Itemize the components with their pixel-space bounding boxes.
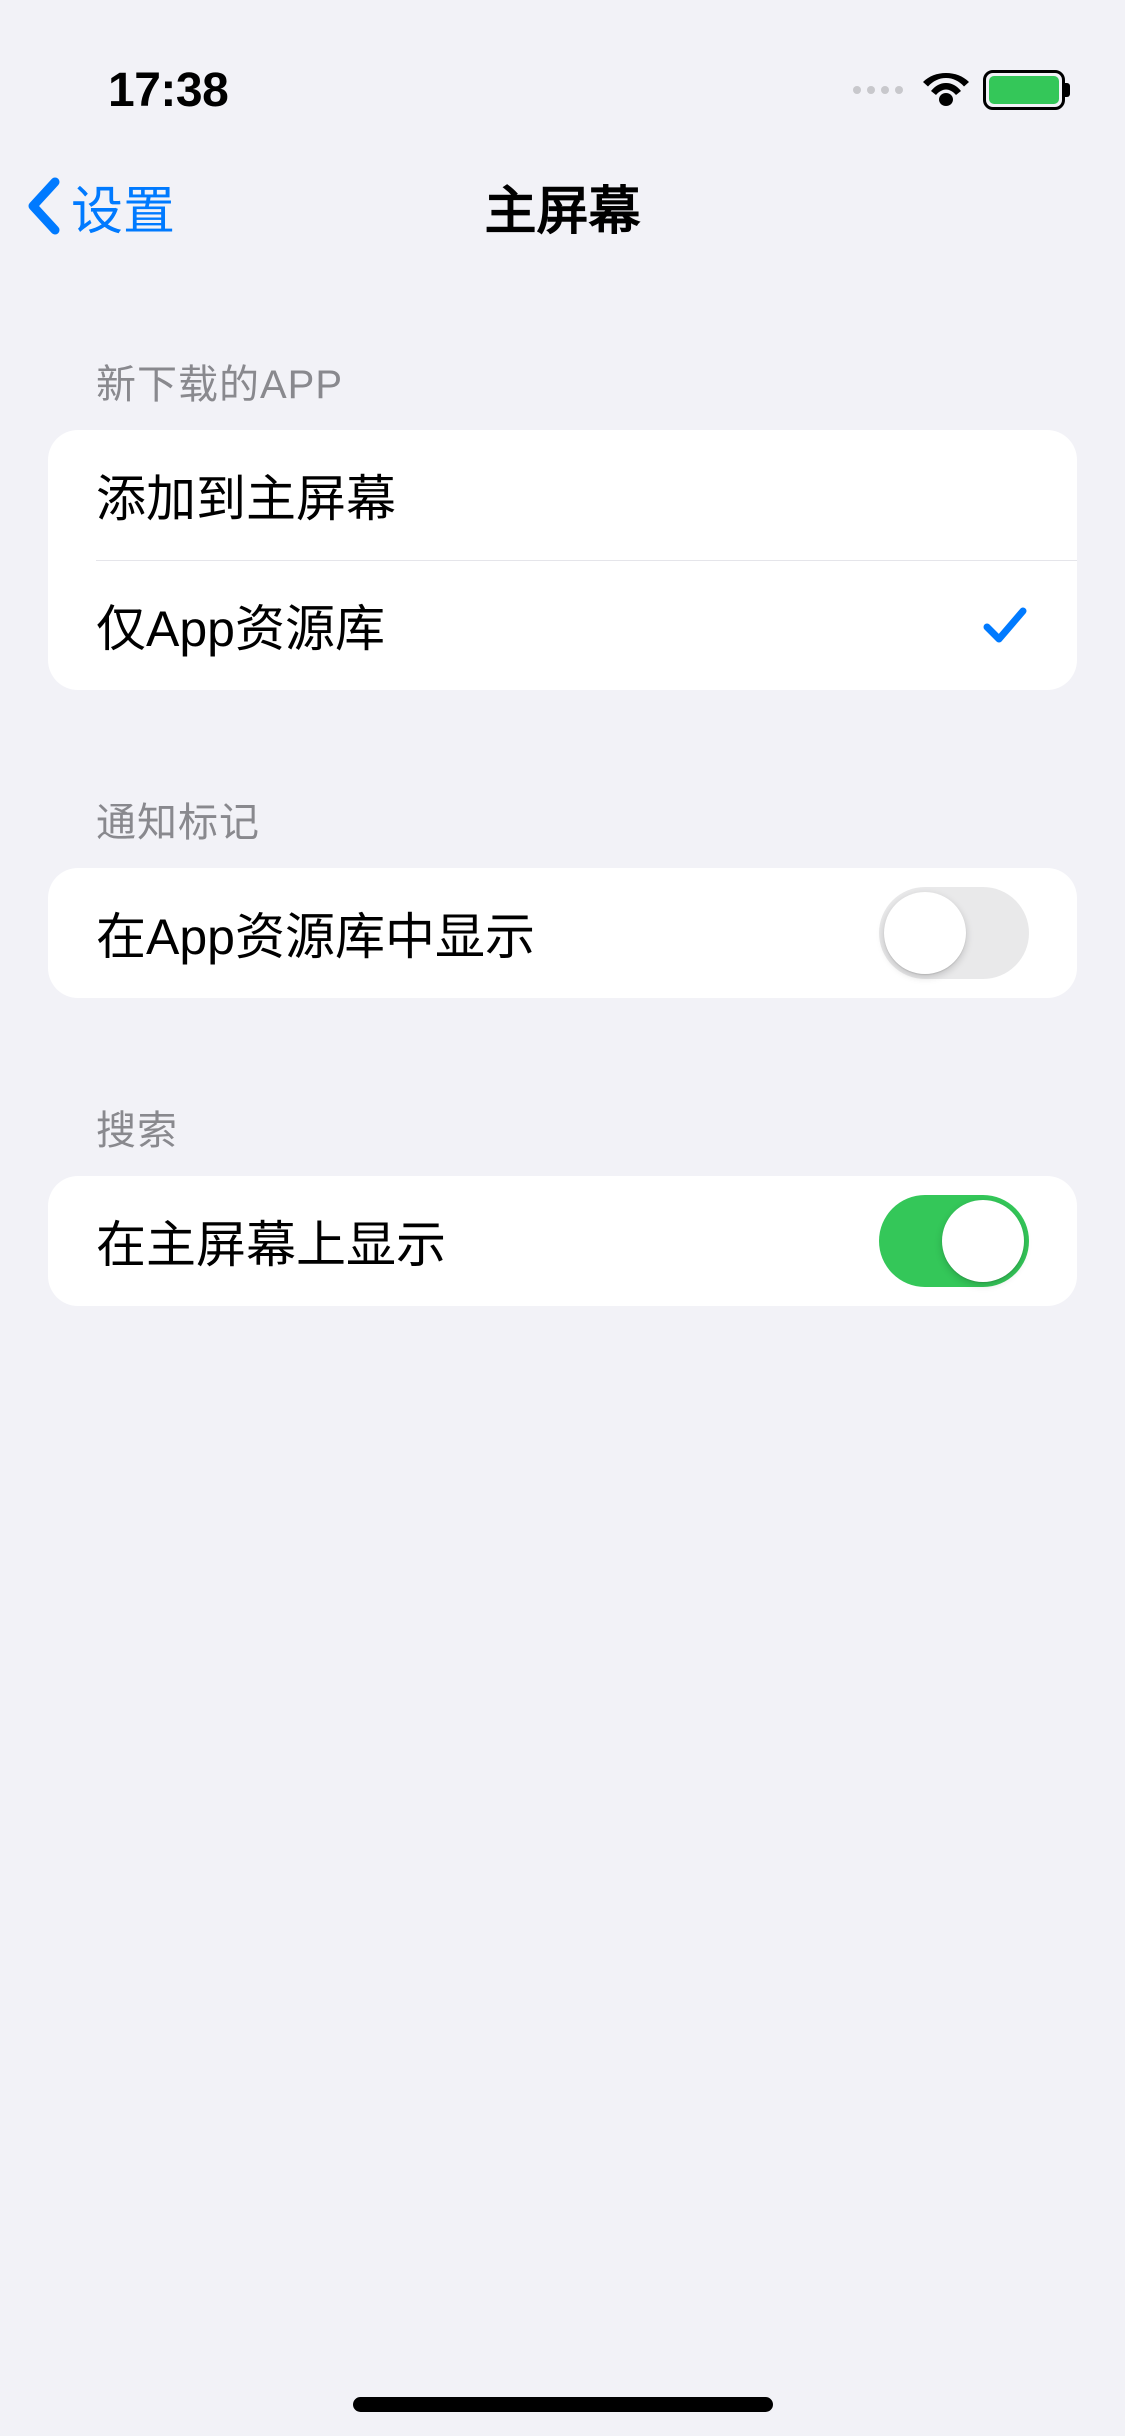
row-show-on-home: 在主屏幕上显示 — [48, 1176, 1077, 1306]
row-label: 仅App资源库 — [96, 589, 385, 661]
back-button[interactable]: 设置 — [25, 169, 175, 244]
section-search: 搜索 在主屏幕上显示 — [0, 1098, 1125, 1306]
status-time: 17:38 — [108, 63, 228, 118]
list: 在App资源库中显示 — [48, 868, 1077, 998]
checkmark-icon — [981, 601, 1029, 649]
list: 添加到主屏幕 仅App资源库 — [48, 430, 1077, 690]
option-app-library-only[interactable]: 仅App资源库 — [48, 560, 1077, 690]
navigation-bar: 设置 主屏幕 — [0, 140, 1125, 272]
row-label: 在主屏幕上显示 — [96, 1205, 446, 1277]
toggle-show-on-home[interactable] — [879, 1195, 1029, 1287]
section-header: 新下载的APP — [0, 352, 1125, 430]
home-indicator[interactable] — [353, 2397, 773, 2412]
status-bar: 17:38 — [0, 0, 1125, 140]
list: 在主屏幕上显示 — [48, 1176, 1077, 1306]
section-header: 通知标记 — [0, 790, 1125, 868]
status-indicators — [853, 70, 1065, 110]
toggle-show-in-app-library[interactable] — [879, 887, 1029, 979]
section-header: 搜索 — [0, 1098, 1125, 1176]
chevron-left-icon — [25, 176, 61, 236]
section-new-apps: 新下载的APP 添加到主屏幕 仅App资源库 — [0, 352, 1125, 690]
row-label: 添加到主屏幕 — [96, 459, 396, 531]
cellular-dots-icon — [853, 86, 903, 94]
row-show-in-app-library: 在App资源库中显示 — [48, 868, 1077, 998]
back-label: 设置 — [71, 169, 175, 244]
wifi-icon — [923, 73, 969, 107]
row-label: 在App资源库中显示 — [96, 897, 535, 969]
page-title: 主屏幕 — [484, 169, 640, 244]
battery-icon — [983, 70, 1065, 110]
section-notification-badges: 通知标记 在App资源库中显示 — [0, 790, 1125, 998]
option-add-to-home[interactable]: 添加到主屏幕 — [48, 430, 1077, 560]
